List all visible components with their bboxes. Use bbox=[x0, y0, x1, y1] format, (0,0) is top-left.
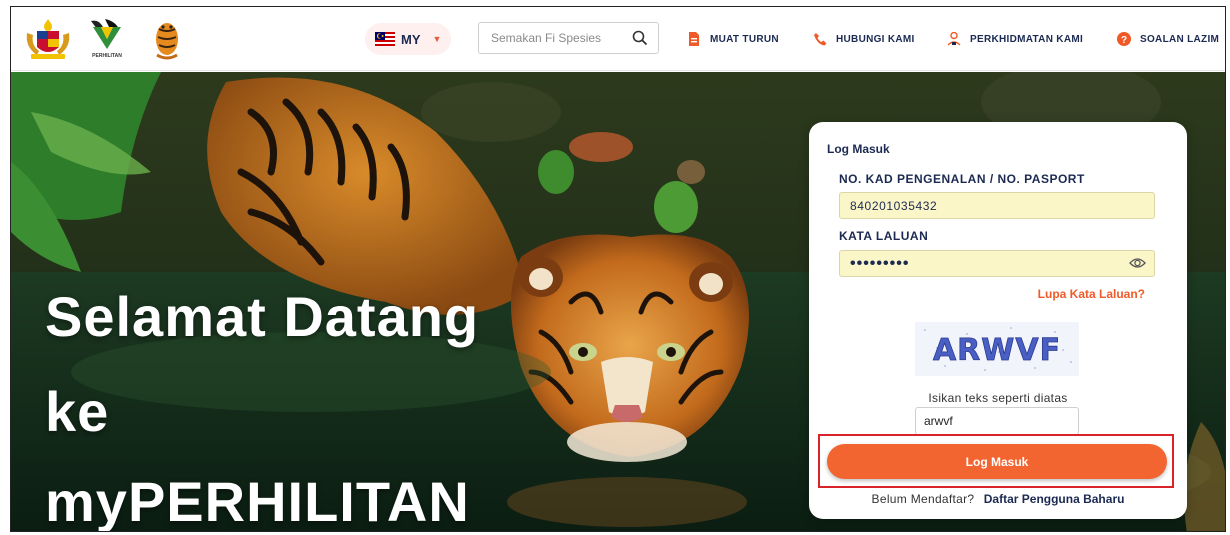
login-title: Log Masuk bbox=[827, 142, 890, 156]
perhilitan-logo-text: PERHILITAN bbox=[92, 53, 122, 59]
chevron-down-icon: ▼ bbox=[432, 34, 442, 44]
question-circle-icon: ? bbox=[1117, 32, 1131, 46]
register-question: Belum Mendaftar? bbox=[871, 492, 975, 506]
malaysia-flag-icon bbox=[375, 32, 395, 46]
captcha-input[interactable] bbox=[915, 407, 1079, 435]
nav-perkhidmatan-kami[interactable]: PERKHIDMATAN KAMI bbox=[947, 29, 1083, 49]
nav-hubungi-kami[interactable]: HUBUNGI KAMI bbox=[813, 29, 915, 49]
species-fee-search[interactable] bbox=[478, 22, 659, 54]
password-input[interactable] bbox=[839, 250, 1155, 277]
captcha-image: ARWVF bbox=[915, 322, 1079, 376]
tiger-mascot-logo[interactable] bbox=[149, 17, 185, 61]
malaysia-coat-of-arms-logo[interactable] bbox=[23, 17, 73, 61]
password-label: KATA LALUAN bbox=[839, 229, 929, 243]
welcome-heading-line-1: Selamat Datang bbox=[45, 285, 480, 348]
browser-page: PERHILITAN MY ▼ Semakan Fi Spesies MUAT … bbox=[10, 6, 1226, 532]
nav-soalan-lazim-label: SOALAN LAZIM bbox=[1140, 33, 1220, 45]
nav-soalan-lazim[interactable]: ? SOALAN LAZIM bbox=[1117, 29, 1219, 49]
language-selector[interactable]: MY ▼ bbox=[365, 23, 451, 55]
id-number-input[interactable] bbox=[839, 192, 1155, 219]
login-card: Log Masuk NO. KAD PENGENALAN / NO. PASPO… bbox=[809, 122, 1187, 519]
login-button[interactable]: Log Masuk bbox=[827, 444, 1167, 479]
welcome-heading-line-2: ke bbox=[45, 380, 110, 443]
top-navigation-bar: PERHILITAN MY ▼ Semakan Fi Spesies MUAT … bbox=[11, 7, 1225, 71]
svg-text:?: ? bbox=[1121, 35, 1127, 46]
register-link[interactable]: Daftar Pengguna Baharu bbox=[984, 492, 1125, 506]
nav-muat-turun-label: MUAT TURUN bbox=[710, 33, 779, 45]
phone-icon bbox=[814, 33, 827, 46]
perhilitan-logo[interactable]: PERHILITAN bbox=[85, 17, 129, 61]
search-input[interactable] bbox=[491, 31, 629, 45]
eye-icon[interactable] bbox=[1129, 256, 1146, 270]
id-number-label: NO. KAD PENGENALAN / NO. PASPORT bbox=[839, 172, 1085, 186]
forgot-password-link[interactable]: Lupa Kata Laluan? bbox=[1038, 287, 1145, 301]
search-icon[interactable] bbox=[632, 30, 648, 46]
captcha-hint: Isikan teks seperti diatas bbox=[928, 391, 1068, 405]
nav-muat-turun[interactable]: MUAT TURUN bbox=[687, 29, 779, 49]
welcome-heading-line-3: myPERHILITAN bbox=[45, 470, 470, 532]
download-file-icon bbox=[689, 32, 699, 46]
service-person-icon bbox=[947, 32, 961, 46]
register-row: Belum Mendaftar? Daftar Pengguna Baharu bbox=[809, 492, 1187, 506]
captcha-text: ARWVF bbox=[933, 333, 1061, 368]
language-code: MY bbox=[401, 31, 421, 47]
nav-hubungi-kami-label: HUBUNGI KAMI bbox=[836, 33, 915, 45]
nav-perkhidmatan-kami-label: PERKHIDMATAN KAMI bbox=[970, 33, 1084, 45]
